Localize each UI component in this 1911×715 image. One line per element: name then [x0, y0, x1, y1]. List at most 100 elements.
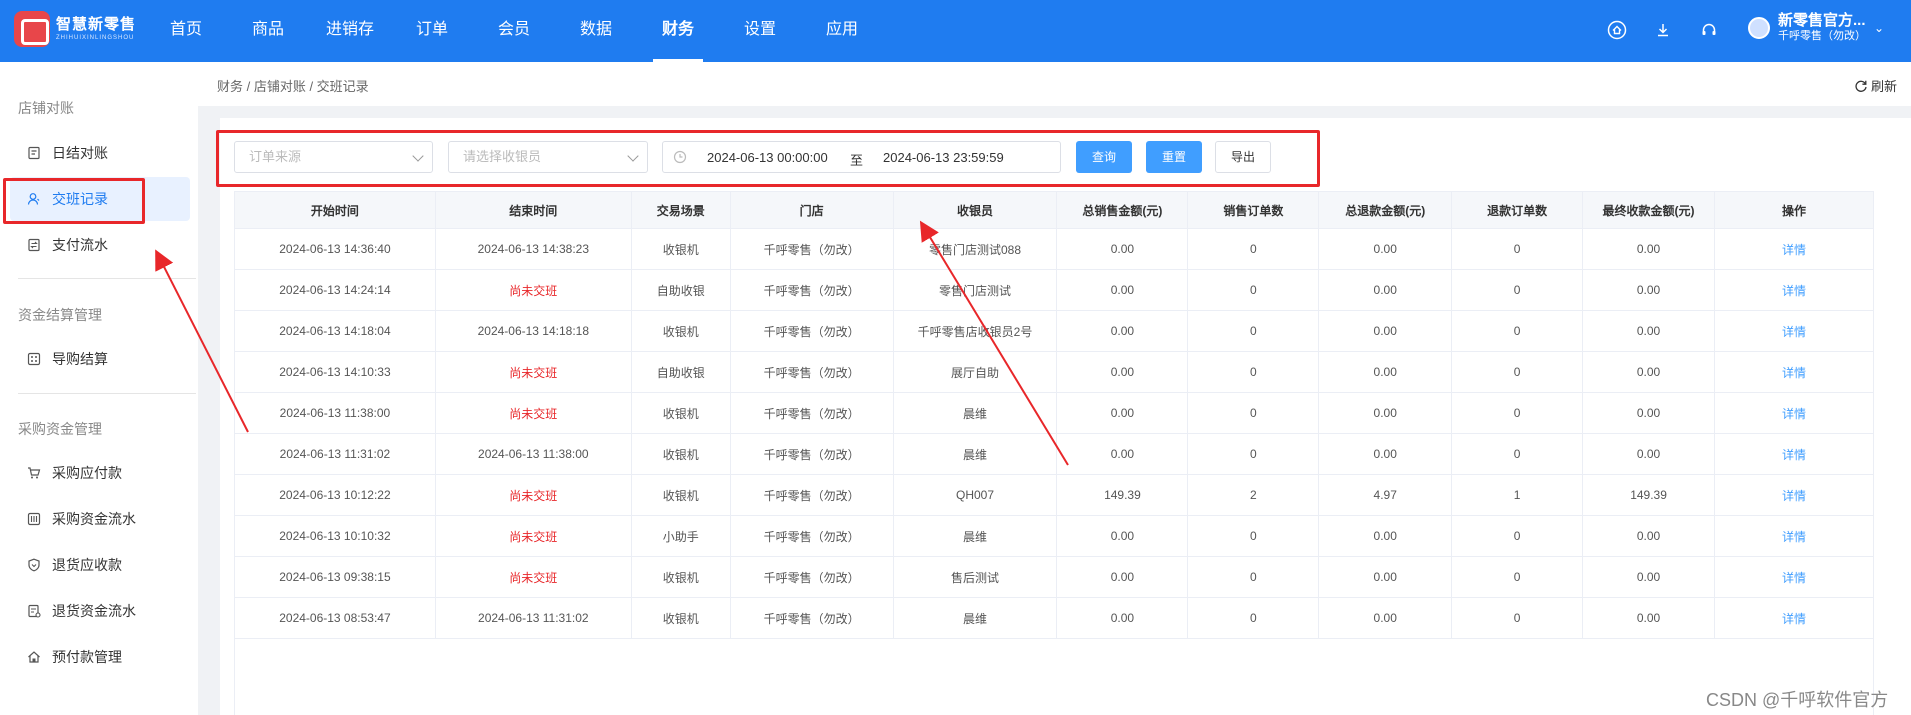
- cell-final-amount: 0.00: [1582, 515, 1716, 557]
- nav-inventory[interactable]: 进销存: [309, 0, 391, 62]
- headset-icon[interactable]: [1697, 18, 1721, 42]
- detail-link[interactable]: 详情: [1782, 612, 1806, 626]
- receipt-icon: [26, 603, 42, 619]
- sidebar-item-purchase-fund-flow[interactable]: 采购资金流水: [10, 497, 190, 541]
- cell-final-amount: 149.39: [1582, 474, 1716, 516]
- cell-scene: 收银机: [630, 556, 731, 598]
- cell-cashier: 零售门店测试: [892, 269, 1058, 311]
- transfer-icon: [26, 237, 42, 253]
- cell-final-amount: 0.00: [1582, 433, 1716, 475]
- sidebar-item-return-fund-flow[interactable]: 退货资金流水: [10, 589, 190, 633]
- cell-scene: 收银机: [630, 392, 731, 434]
- cell-actions: 详情: [1714, 392, 1874, 434]
- cell-store: 千呼零售（勿改）: [729, 597, 894, 639]
- sidebar-item-guide-settlement[interactable]: 导购结算: [10, 337, 190, 381]
- cell-cashier: 晨维: [892, 392, 1058, 434]
- cell-final-amount: 0.00: [1582, 310, 1716, 352]
- refresh-button[interactable]: 刷新: [1854, 76, 1897, 95]
- cell-start-time: 2024-06-13 14:10:33: [234, 351, 436, 393]
- sidebar-item-prepayment[interactable]: 预付款管理: [10, 635, 190, 679]
- table-row: 2024-06-13 11:38:00 尚未交班 收银机 千呼零售（勿改） 晨维 0.00…: [234, 392, 1874, 434]
- sidebar-item-label: 日结对账: [52, 145, 108, 161]
- home-icon[interactable]: [1605, 18, 1629, 42]
- table-body: 2024-06-13 14:36:40 2024-06-13 14:38:23 收银…: [234, 228, 1874, 639]
- cell-total-sales: 0.00: [1056, 515, 1189, 557]
- cell-store: 千呼零售（勿改）: [729, 556, 894, 598]
- cell-end-time: 尚未交班: [434, 351, 632, 393]
- sidebar-highlight-box: [3, 178, 145, 224]
- detail-link[interactable]: 详情: [1782, 571, 1806, 585]
- table-row: 2024-06-13 09:38:15 尚未交班 收银机 千呼零售（勿改） 售后测试 0.…: [234, 556, 1874, 598]
- cell-sales-orders: 0: [1187, 515, 1320, 557]
- cell-total-sales: 0.00: [1056, 228, 1189, 270]
- cell-sales-orders: 0: [1187, 351, 1320, 393]
- logo-icon: [14, 11, 50, 47]
- col-end-time: 结束时间: [434, 191, 632, 229]
- table-row: 2024-06-13 14:36:40 2024-06-13 14:38:23 收银…: [234, 228, 1874, 270]
- cell-refund-orders: 0: [1451, 597, 1584, 639]
- nav-orders[interactable]: 订单: [391, 0, 473, 62]
- sidebar-item-label: 退货资金流水: [52, 603, 136, 619]
- table-row: 2024-06-13 11:31:02 2024-06-13 11:38:00 收银…: [234, 433, 1874, 475]
- cell-end-time: 尚未交班: [434, 556, 632, 598]
- cell-end-time: 2024-06-13 11:31:02: [434, 597, 632, 639]
- col-final-amount: 最终收款金额(元): [1582, 191, 1716, 229]
- breadcrumb-bar: 财务 / 店铺对账 / 交班记录 刷新: [198, 62, 1911, 106]
- nav-settings[interactable]: 设置: [719, 0, 801, 62]
- cell-store: 千呼零售（勿改）: [729, 269, 894, 311]
- cell-final-amount: 0.00: [1582, 269, 1716, 311]
- detail-link[interactable]: 详情: [1782, 530, 1806, 544]
- cell-refund-orders: 0: [1451, 515, 1584, 557]
- refresh-label: 刷新: [1870, 79, 1897, 94]
- nav-home[interactable]: 首页: [145, 0, 227, 62]
- document-icon: [26, 145, 42, 161]
- cell-store: 千呼零售（勿改）: [729, 433, 894, 475]
- sidebar-item-daily-reconciliation[interactable]: 日结对账: [10, 131, 190, 175]
- cell-end-time: 尚未交班: [434, 515, 632, 557]
- table-empty-area: [234, 637, 1874, 715]
- detail-link[interactable]: 详情: [1782, 366, 1806, 380]
- cell-end-time: 尚未交班: [434, 392, 632, 434]
- brand-logo[interactable]: 智慧新零售 ZHIHUIXINLINGSHOU: [14, 11, 136, 47]
- cell-cashier: 晨维: [892, 597, 1058, 639]
- cell-store: 千呼零售（勿改）: [729, 310, 894, 352]
- cell-start-time: 2024-06-13 09:38:15: [234, 556, 436, 598]
- sidebar-group-title: 采购资金管理: [18, 421, 102, 437]
- cell-refund-orders: 0: [1451, 351, 1584, 393]
- cell-refund-orders: 1: [1451, 474, 1584, 516]
- cell-store: 千呼零售（勿改）: [729, 515, 894, 557]
- cell-total-refund: 0.00: [1318, 597, 1453, 639]
- sidebar-item-purchase-payable[interactable]: 采购应付款: [10, 451, 190, 495]
- nav-apps[interactable]: 应用: [801, 0, 883, 62]
- detail-link[interactable]: 详情: [1782, 448, 1806, 462]
- sidebar-item-return-receivable[interactable]: 退货应收款: [10, 543, 190, 587]
- cell-cashier: 展厅自助: [892, 351, 1058, 393]
- cell-sales-orders: 0: [1187, 556, 1320, 598]
- nav-products[interactable]: 商品: [227, 0, 309, 62]
- nav-data[interactable]: 数据: [555, 0, 637, 62]
- detail-link[interactable]: 详情: [1782, 243, 1806, 257]
- sidebar-item-payment-flow[interactable]: 支付流水: [10, 223, 190, 267]
- cell-total-sales: 0.00: [1056, 351, 1189, 393]
- nav-finance[interactable]: 财务: [637, 0, 719, 62]
- cell-total-sales: 0.00: [1056, 433, 1189, 475]
- cell-total-refund: 4.97: [1318, 474, 1453, 516]
- cell-store: 千呼零售（勿改）: [729, 474, 894, 516]
- sidebar-item-label: 导购结算: [52, 351, 108, 367]
- cell-refund-orders: 0: [1451, 433, 1584, 475]
- nav-members[interactable]: 会员: [473, 0, 555, 62]
- detail-link[interactable]: 详情: [1782, 407, 1806, 421]
- table-row: 2024-06-13 14:10:33 尚未交班 自助收银 千呼零售（勿改） 展厅自助 0…: [234, 351, 1874, 393]
- download-icon[interactable]: [1651, 18, 1675, 42]
- cell-final-amount: 0.00: [1582, 556, 1716, 598]
- cell-start-time: 2024-06-13 11:38:00: [234, 392, 436, 434]
- cell-scene: 收银机: [630, 433, 731, 475]
- brand-name: 智慧新零售: [56, 16, 137, 33]
- col-sales-orders: 销售订单数: [1187, 191, 1320, 229]
- user-menu[interactable]: 新零售官方... 千呼零售（勿改） ⌄: [1748, 12, 1884, 43]
- chevron-down-icon[interactable]: ⌄: [1874, 21, 1884, 35]
- cell-actions: 详情: [1714, 515, 1874, 557]
- detail-link[interactable]: 详情: [1782, 489, 1806, 503]
- detail-link[interactable]: 详情: [1782, 325, 1806, 339]
- detail-link[interactable]: 详情: [1782, 284, 1806, 298]
